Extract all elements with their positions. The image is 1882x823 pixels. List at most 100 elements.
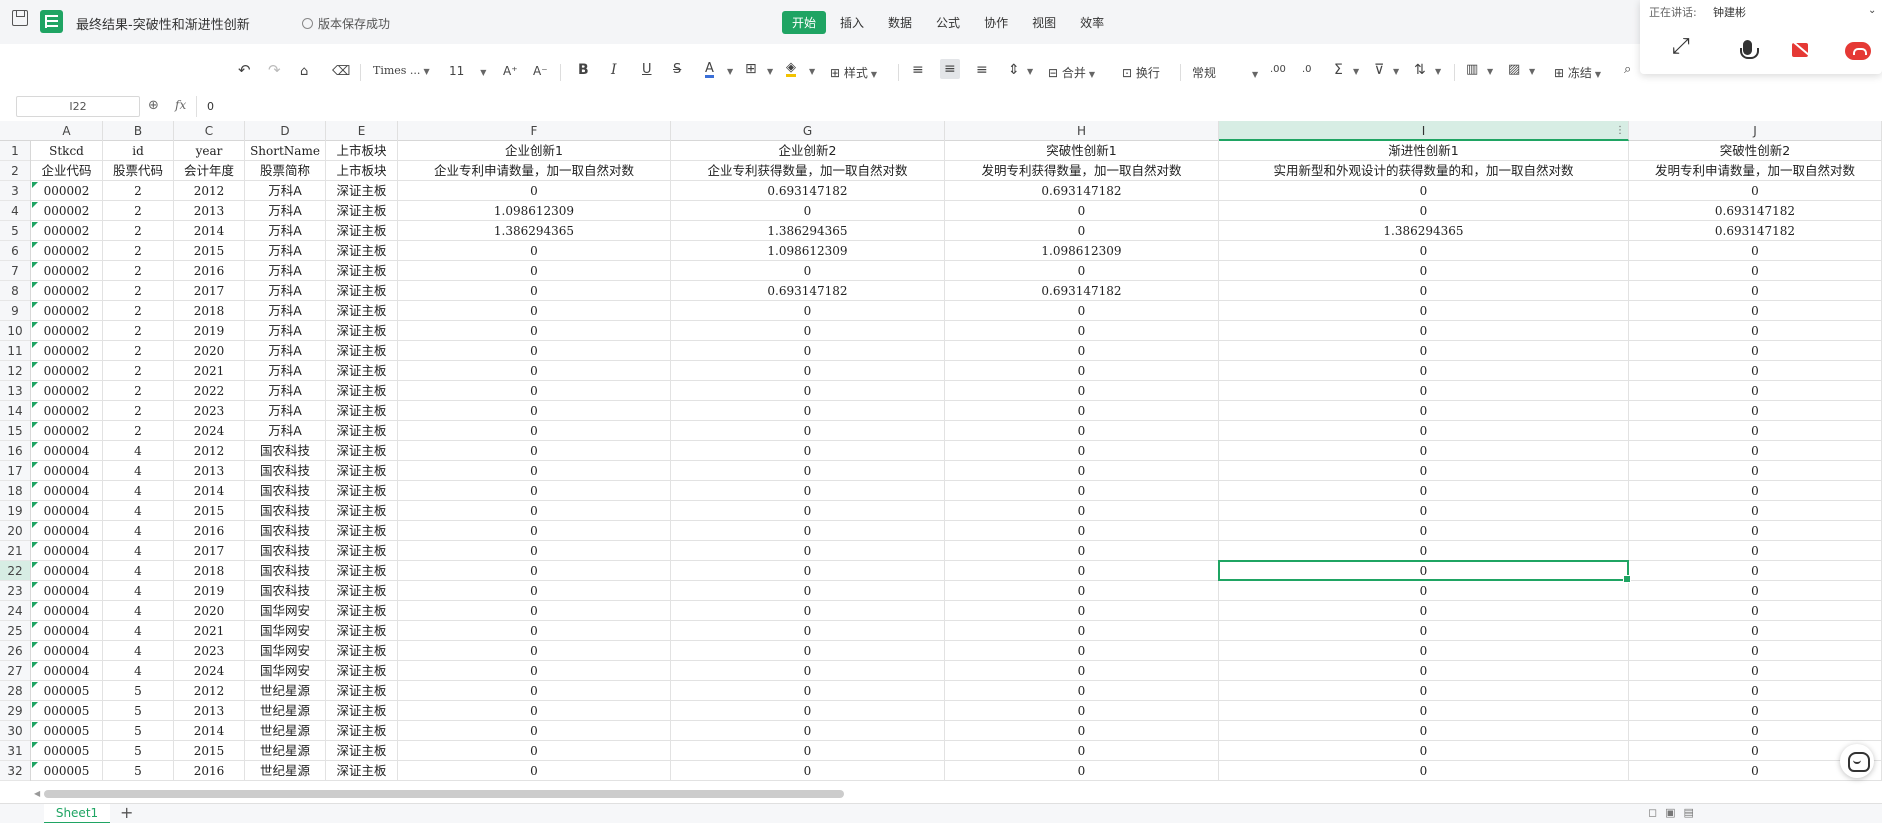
cell[interactable]: 0 (671, 481, 945, 501)
cell[interactable]: 0 (1219, 661, 1629, 681)
cell[interactable]: 0 (398, 601, 671, 621)
cell[interactable]: 0 (398, 361, 671, 381)
cell[interactable]: 0 (398, 301, 671, 321)
cell[interactable]: 0.693147182 (671, 281, 945, 301)
cell[interactable]: 0 (1629, 601, 1882, 621)
cell[interactable]: 0 (1629, 261, 1882, 281)
cell[interactable]: 深证主板 (326, 721, 398, 741)
cell[interactable]: 000004 (31, 561, 103, 581)
cell[interactable]: 股票代码 (103, 161, 174, 181)
cell[interactable]: 0 (945, 261, 1219, 281)
wrap-text-button[interactable]: ⊡ 换行 (1122, 64, 1160, 81)
cell[interactable]: 0 (1219, 541, 1629, 561)
cell[interactable]: 0 (671, 321, 945, 341)
cell[interactable]: 0 (1629, 461, 1882, 481)
cell[interactable]: 深证主板 (326, 461, 398, 481)
cell[interactable]: 0 (398, 181, 671, 201)
cell[interactable]: 4 (103, 601, 174, 621)
cell[interactable]: 0 (398, 261, 671, 281)
cell[interactable]: 0 (1219, 721, 1629, 741)
column-header[interactable]: F (398, 121, 671, 141)
cell[interactable]: 0 (398, 401, 671, 421)
column-header[interactable]: C (174, 121, 245, 141)
cell[interactable]: 2013 (174, 201, 245, 221)
cell[interactable]: 深证主板 (326, 621, 398, 641)
cell[interactable]: 0 (1219, 621, 1629, 641)
menu-item[interactable]: 数据 (878, 11, 922, 34)
italic-icon[interactable]: I (611, 62, 617, 78)
cell[interactable]: 4 (103, 501, 174, 521)
cell[interactable]: 000004 (31, 461, 103, 481)
cell[interactable]: 0 (671, 541, 945, 561)
cell[interactable]: 0 (398, 681, 671, 701)
cell[interactable]: 0 (945, 681, 1219, 701)
cell[interactable]: 0 (398, 581, 671, 601)
cell[interactable]: 0 (671, 361, 945, 381)
cell[interactable]: 000004 (31, 501, 103, 521)
horizontal-scrollbar[interactable] (44, 790, 844, 798)
cell[interactable]: Stkcd (31, 141, 103, 161)
cell[interactable]: 会计年度 (174, 161, 245, 181)
cell[interactable]: 2 (103, 201, 174, 221)
row-header[interactable]: 12 (0, 361, 30, 381)
cell[interactable]: 5 (103, 761, 174, 781)
cell[interactable]: 万科A (245, 401, 326, 421)
cell[interactable]: 2013 (174, 701, 245, 721)
cell[interactable]: 0 (1219, 761, 1629, 781)
cell[interactable]: 000005 (31, 681, 103, 701)
cell[interactable]: 0 (1219, 501, 1629, 521)
cell[interactable]: 2015 (174, 241, 245, 261)
cell[interactable]: 000002 (31, 281, 103, 301)
cell[interactable]: 0 (398, 741, 671, 761)
cell[interactable]: 4 (103, 621, 174, 641)
column-header[interactable]: A (31, 121, 103, 141)
cell[interactable]: 2 (103, 241, 174, 261)
cell[interactable]: 万科A (245, 281, 326, 301)
cell[interactable]: 0 (1219, 521, 1629, 541)
row-header[interactable]: 18 (0, 481, 30, 501)
row-header[interactable]: 15 (0, 421, 30, 441)
microphone-button[interactable] (1735, 38, 1761, 64)
cell[interactable]: 000004 (31, 481, 103, 501)
cell[interactable]: 0 (1629, 321, 1882, 341)
cell[interactable]: 0 (398, 481, 671, 501)
cell[interactable]: 000004 (31, 541, 103, 561)
cell[interactable]: 000002 (31, 221, 103, 241)
cell[interactable]: 0 (671, 561, 945, 581)
merge-button[interactable]: ⊟ 合并 ▼ (1048, 64, 1095, 81)
cell[interactable]: 5 (103, 741, 174, 761)
cell[interactable]: 2014 (174, 721, 245, 741)
row-header[interactable]: 20 (0, 521, 30, 541)
cell[interactable]: 0 (945, 201, 1219, 221)
cell[interactable]: 2 (103, 301, 174, 321)
cell[interactable]: 深证主板 (326, 381, 398, 401)
cell[interactable]: 2014 (174, 481, 245, 501)
cell[interactable]: 深证主板 (326, 341, 398, 361)
scroll-left-icon[interactable]: ◀ (34, 789, 40, 798)
cell[interactable]: 2017 (174, 541, 245, 561)
cell[interactable]: 0 (945, 361, 1219, 381)
cell[interactable]: 企业专利申请数量，加一取自然对数 (398, 161, 671, 181)
function-icon[interactable]: fx (175, 98, 186, 112)
align-right-icon[interactable]: ≡ (976, 62, 988, 78)
strikethrough-icon[interactable]: S (673, 62, 681, 77)
cell[interactable]: 深证主板 (326, 521, 398, 541)
cell[interactable]: 0 (398, 441, 671, 461)
cell[interactable]: 4 (103, 441, 174, 461)
cell[interactable]: 2024 (174, 661, 245, 681)
row-header[interactable]: 14 (0, 401, 30, 421)
cell[interactable]: 0 (671, 741, 945, 761)
cell[interactable]: 000004 (31, 581, 103, 601)
cell[interactable]: 0 (1219, 421, 1629, 441)
cell[interactable]: 国农科技 (245, 501, 326, 521)
row-header[interactable]: 2 (0, 161, 30, 181)
cell[interactable]: 000002 (31, 341, 103, 361)
cell[interactable]: 深证主板 (326, 421, 398, 441)
caret-down-icon[interactable]: ▼ (1353, 67, 1359, 76)
cell[interactable]: 万科A (245, 421, 326, 441)
cell[interactable]: 国农科技 (245, 541, 326, 561)
cell[interactable]: 企业创新2 (671, 141, 945, 161)
cell[interactable]: 000005 (31, 741, 103, 761)
row-header[interactable]: 5 (0, 221, 30, 241)
cell[interactable]: 2019 (174, 581, 245, 601)
